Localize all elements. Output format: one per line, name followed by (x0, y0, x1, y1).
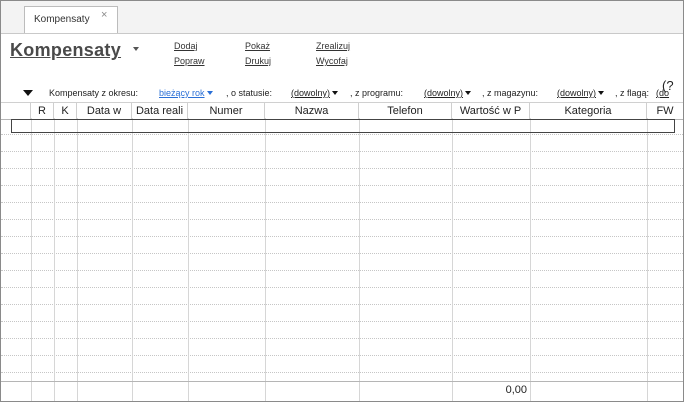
column-divider (132, 118, 133, 401)
wycofaj-link[interactable]: Wycofaj (316, 56, 348, 66)
caret-down-icon (598, 91, 605, 95)
flag-dropdown[interactable]: (do (656, 88, 669, 98)
program-dropdown[interactable]: (dowolny) (424, 88, 472, 98)
column-header-wartosc[interactable]: Wartość w P (452, 103, 530, 119)
caret-down-icon (332, 91, 339, 95)
selected-row[interactable] (11, 119, 675, 133)
flag-value: (do (656, 88, 670, 98)
period-value: bieżący rok (159, 88, 205, 98)
column-header-numer[interactable]: Numer (188, 103, 265, 119)
column-header-nazwa[interactable]: Nazwa (265, 103, 359, 119)
caret-down-icon (465, 91, 472, 95)
column-header-selector (1, 103, 31, 119)
status-label: , o statusie: (226, 88, 273, 98)
drukuj-link[interactable]: Drukuj (245, 56, 271, 66)
close-icon[interactable]: × (101, 9, 107, 21)
column-header-k[interactable]: K (54, 103, 77, 119)
window: Kompensaty × Kompensaty Dodaj Popraw Pok… (0, 0, 684, 402)
column-header-kategoria[interactable]: Kategoria (530, 103, 647, 119)
zrealizuj-link[interactable]: Zrealizuj (316, 41, 350, 51)
column-divider (359, 118, 360, 401)
table-footer (1, 381, 683, 402)
column-divider (452, 118, 453, 401)
table-row[interactable] (1, 253, 683, 255)
table-row[interactable] (1, 304, 683, 306)
status-value: (dowolny) (291, 88, 331, 98)
table-row[interactable] (1, 338, 683, 340)
table-row[interactable] (1, 202, 683, 204)
tab-strip: Kompensaty × (1, 1, 683, 34)
period-dropdown[interactable]: bieżący rok (159, 88, 213, 98)
table-row[interactable] (1, 321, 683, 323)
table-row[interactable] (1, 372, 683, 374)
column-divider (265, 118, 266, 401)
program-value: (dowolny) (424, 88, 464, 98)
table-row[interactable] (1, 168, 683, 170)
column-divider (77, 118, 78, 401)
column-header-data-wystawienia[interactable]: Data w (77, 103, 132, 119)
table-row[interactable] (1, 287, 683, 289)
table-body (1, 118, 683, 373)
total-value: 0,00 (505, 384, 527, 396)
flag-label: , z flagą: (615, 88, 650, 98)
column-divider (647, 118, 648, 401)
table-row[interactable] (1, 236, 683, 238)
column-header-fw[interactable]: FW (647, 103, 683, 119)
table-row[interactable] (1, 270, 683, 272)
popraw-link[interactable]: Popraw (174, 56, 205, 66)
column-divider (188, 118, 189, 401)
status-dropdown[interactable]: (dowolny) (291, 88, 339, 98)
table-row[interactable] (1, 151, 683, 153)
dodaj-link[interactable]: Dodaj (174, 41, 198, 51)
column-divider (31, 118, 32, 401)
page-title[interactable]: Kompensaty (10, 40, 121, 61)
period-label: Kompensaty z okresu: (49, 88, 139, 98)
column-header-data-realizacji[interactable]: Data reali (132, 103, 188, 119)
filter-bar: Kompensaty z okresu: bieżący rok , o sta… (1, 85, 683, 99)
pokaz-link[interactable]: Pokaż (245, 41, 270, 51)
warehouse-value: (dowolny) (557, 88, 597, 98)
tab-label: Kompensaty (34, 14, 90, 25)
table-row[interactable] (1, 134, 683, 136)
warehouse-dropdown[interactable]: (dowolny) (557, 88, 605, 98)
tab-kompensaty[interactable]: Kompensaty × (24, 6, 118, 33)
column-header-telefon[interactable]: Telefon (359, 103, 452, 119)
program-label: , z programu: (350, 88, 404, 98)
warehouse-label: , z magazynu: (482, 88, 539, 98)
column-header-r[interactable]: R (31, 103, 54, 119)
title-caret-down-icon[interactable] (133, 47, 139, 51)
table-row[interactable] (1, 355, 683, 357)
table-row[interactable] (1, 185, 683, 187)
column-divider (54, 118, 55, 401)
caret-down-icon (206, 91, 213, 95)
column-divider (530, 118, 531, 401)
table-row[interactable] (1, 219, 683, 221)
